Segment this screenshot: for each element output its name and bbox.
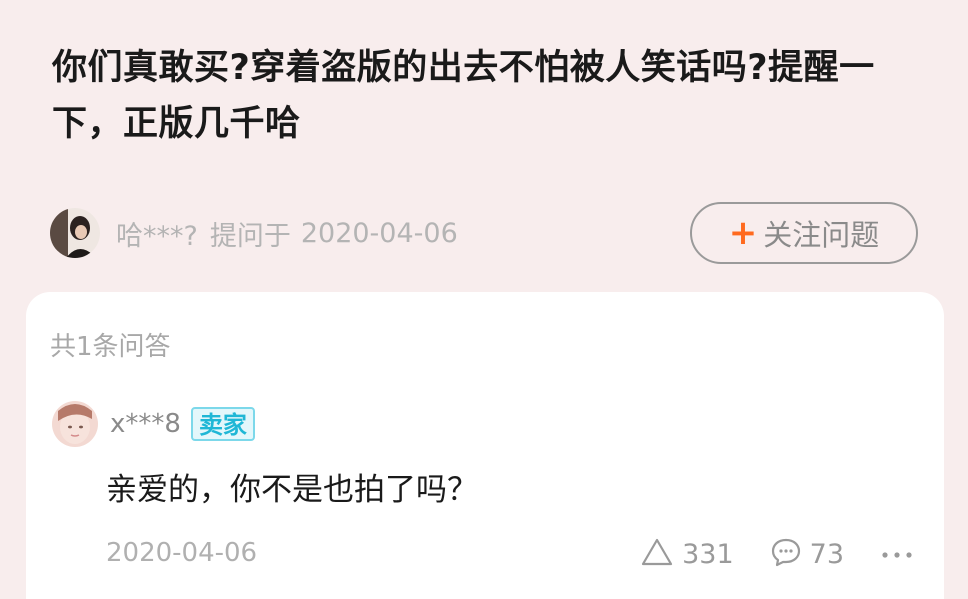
like-triangle-icon [640,537,674,571]
more-dots-icon [880,545,914,564]
like-count: 331 [682,538,734,570]
asked-label: 提问于 [209,220,291,252]
follow-question-button[interactable]: + 关注问题 [690,202,918,264]
asker-name[interactable]: 哈***? [116,214,198,253]
answerer-row: x***8 卖家 [52,400,255,448]
answer-date: 2020-04-06 [106,538,258,568]
comment-button[interactable]: 73 [770,536,844,572]
question-title: 你们真敢买?穿着盗版的出去不怕被人笑话吗?提醒一下，正版几千哈 [52,48,875,144]
answer-actions: 331 73 [604,530,914,578]
asker-row: 哈***? 提问于 2020-04-06 + 关注问题 [50,200,920,266]
answers-card: 共1条问答 x***8 卖家 亲爱的，你不是也拍了吗？ 2020-04-06 3… [26,292,944,599]
follow-label: 关注问题 [763,218,880,252]
answer-text: 亲爱的，你不是也拍了吗？ [106,472,478,508]
asker-avatar[interactable] [50,208,100,258]
qa-page: 你们真敢买?穿着盗版的出去不怕被人笑话吗?提醒一下，正版几千哈 哈***? 提问… [0,0,968,599]
asked-date: 2020-04-06 [300,217,458,249]
answerer-name[interactable]: x***8 [110,409,181,439]
like-button[interactable]: 331 [640,537,734,571]
comment-bubble-icon [770,536,802,572]
answerer-avatar[interactable] [52,401,98,447]
comment-count: 73 [809,538,844,570]
more-button[interactable] [880,545,914,564]
plus-icon: + [728,213,758,253]
answer-count: 共1条问答 [50,332,171,362]
seller-badge: 卖家 [190,407,255,441]
